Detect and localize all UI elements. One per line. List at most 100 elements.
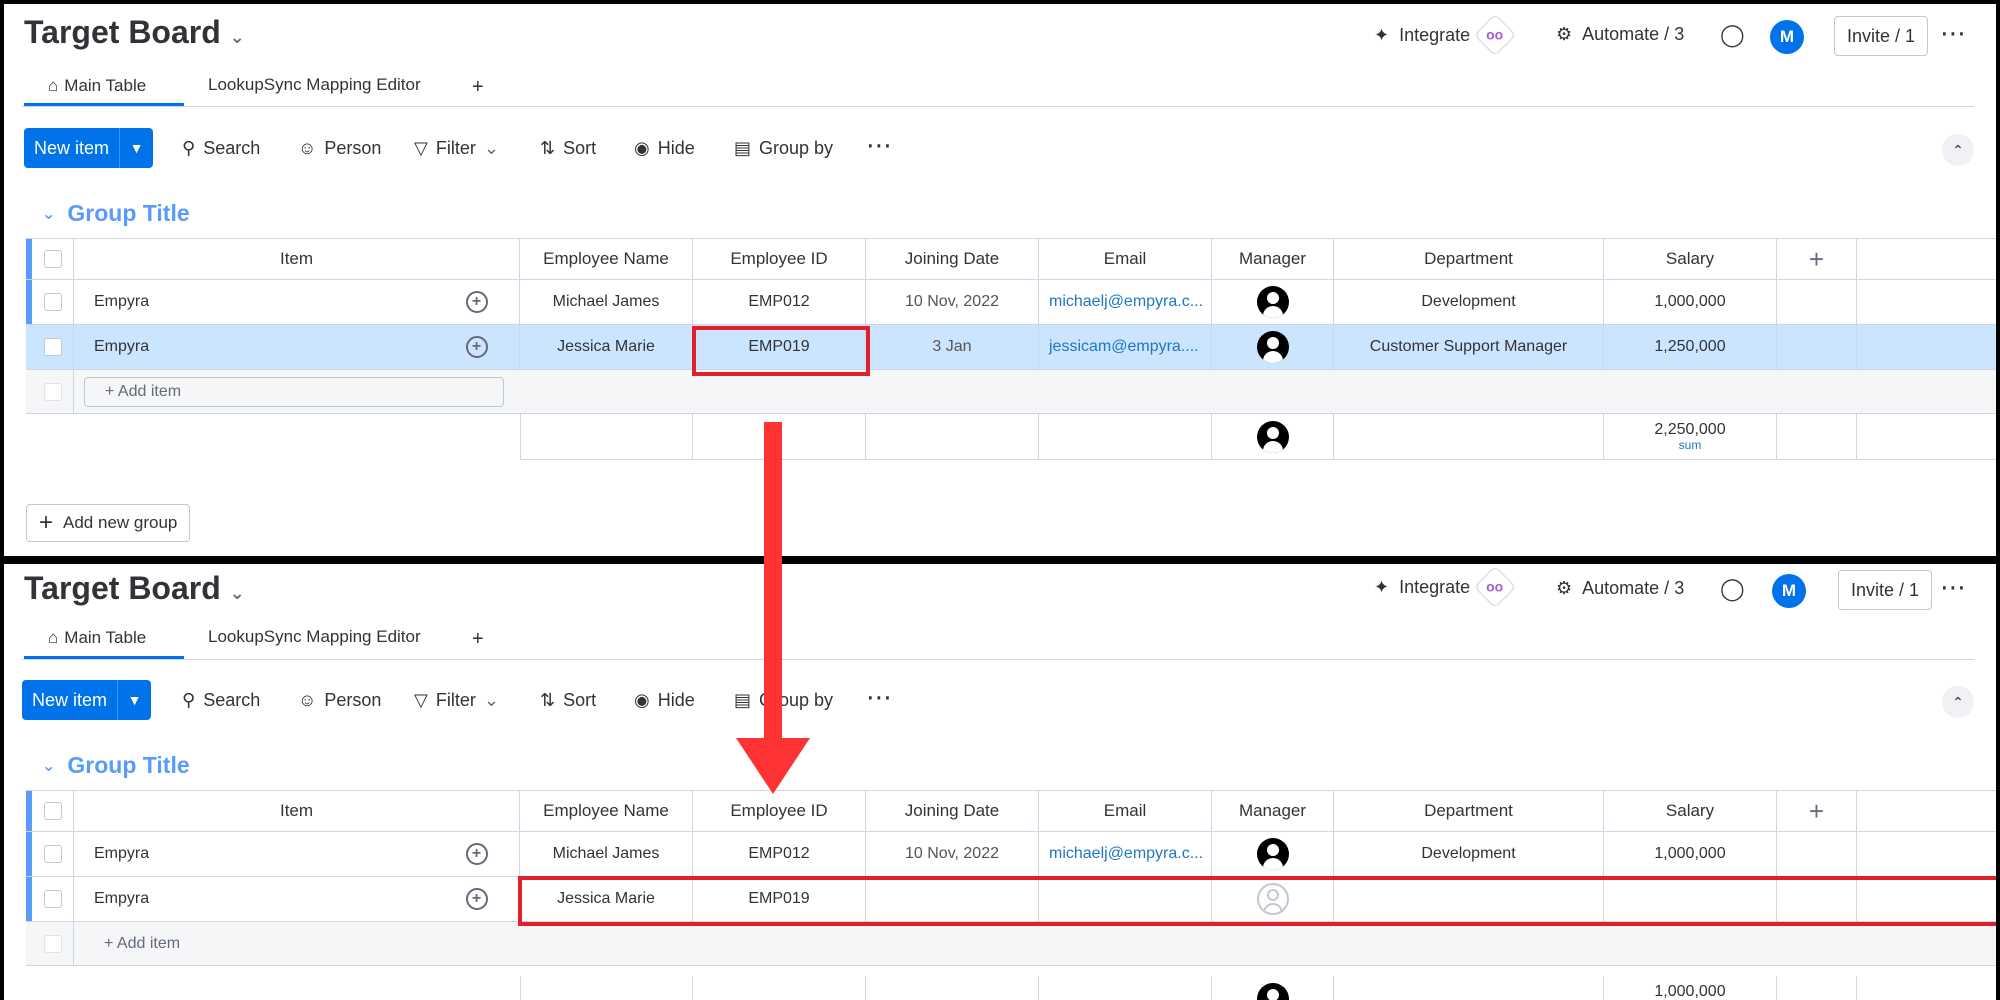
- column-header-manager[interactable]: Manager: [1212, 791, 1334, 831]
- filter-button[interactable]: ▽ Filter ⌄: [414, 690, 499, 711]
- column-header-employee-id[interactable]: Employee ID: [693, 239, 866, 279]
- add-update-cell[interactable]: +: [434, 325, 520, 369]
- tab-main-table[interactable]: ⌂ Main Table: [48, 628, 146, 648]
- add-update-icon[interactable]: +: [465, 888, 488, 910]
- row-checkbox[interactable]: [43, 845, 62, 863]
- column-header-employee-name[interactable]: Employee Name: [520, 239, 693, 279]
- table-row[interactable]: Empyra + Michael James EMP012 10 Nov, 20…: [26, 832, 1996, 877]
- chevron-down-icon[interactable]: ⌄: [42, 756, 55, 776]
- filter-button[interactable]: ▽ Filter ⌄: [414, 138, 499, 159]
- column-header-item[interactable]: Item: [74, 791, 520, 831]
- column-header-department[interactable]: Department: [1334, 239, 1604, 279]
- item-name-cell[interactable]: Empyra: [74, 877, 434, 921]
- department-cell[interactable]: Customer Support Manager: [1334, 325, 1604, 369]
- item-name-cell[interactable]: Empyra: [74, 280, 434, 324]
- column-header-salary[interactable]: Salary: [1604, 239, 1777, 279]
- select-all-checkbox[interactable]: [43, 250, 62, 268]
- column-header-item[interactable]: Item: [74, 239, 520, 279]
- column-header-employee-name[interactable]: Employee Name: [520, 791, 693, 831]
- row-checkbox[interactable]: [43, 338, 62, 356]
- hide-button[interactable]: ◉ Hide: [634, 138, 695, 159]
- column-header-email[interactable]: Email: [1039, 791, 1212, 831]
- add-update-cell[interactable]: +: [434, 877, 520, 921]
- add-view-button[interactable]: +: [472, 628, 484, 651]
- group-by-button[interactable]: ▤ Group by: [734, 690, 833, 711]
- tab-lookupsync[interactable]: LookupSync Mapping Editor: [208, 75, 421, 95]
- comment-icon[interactable]: ◯: [1720, 22, 1745, 48]
- table-row[interactable]: Empyra + Michael James EMP012 10 Nov, 20…: [26, 280, 1996, 325]
- row-checkbox[interactable]: [43, 293, 62, 311]
- chevron-down-icon[interactable]: ⌄: [230, 583, 245, 604]
- automate-button[interactable]: ⚙ Automate / 3: [1556, 578, 1684, 599]
- group-header[interactable]: ⌄ Group Title: [42, 200, 190, 227]
- automate-button[interactable]: ⚙ Automate / 3: [1556, 24, 1684, 45]
- person-button[interactable]: ☺ Person: [298, 138, 381, 159]
- manager-cell[interactable]: [1212, 325, 1334, 369]
- column-header-email[interactable]: Email: [1039, 239, 1212, 279]
- new-item-dropdown-icon[interactable]: ▼: [119, 128, 153, 168]
- row-checkbox[interactable]: [43, 890, 62, 908]
- column-header-joining-date[interactable]: Joining Date: [866, 239, 1039, 279]
- employee-id-cell[interactable]: EMP012: [693, 832, 866, 876]
- employee-id-cell[interactable]: EMP012: [693, 280, 866, 324]
- add-update-cell[interactable]: +: [434, 832, 520, 876]
- joining-date-cell[interactable]: 3 Jan: [866, 325, 1039, 369]
- item-name-cell[interactable]: Empyra: [74, 832, 434, 876]
- email-cell[interactable]: michaelj@empyra.c...: [1039, 832, 1212, 876]
- table-row[interactable]: Empyra + Jessica Marie EMP019 3 Jan jess…: [26, 325, 1996, 370]
- person-button[interactable]: ☺ Person: [298, 690, 381, 711]
- toolbar-more-icon[interactable]: ⋯: [866, 682, 893, 713]
- integrate-button[interactable]: ✦ Integrate oo: [1374, 13, 1517, 57]
- collapse-icon[interactable]: ⌃: [1942, 134, 1974, 166]
- new-item-button[interactable]: New item ▼: [22, 680, 152, 720]
- more-options-icon[interactable]: ⋯: [1940, 572, 1967, 603]
- tab-lookupsync[interactable]: LookupSync Mapping Editor: [208, 627, 421, 647]
- search-button[interactable]: ⚲ Search: [182, 690, 260, 711]
- add-update-icon[interactable]: +: [465, 291, 488, 313]
- salary-cell[interactable]: 1,000,000: [1604, 280, 1777, 324]
- add-update-cell[interactable]: +: [434, 280, 520, 324]
- add-update-icon[interactable]: +: [465, 843, 488, 865]
- add-view-button[interactable]: +: [472, 76, 484, 99]
- add-update-icon[interactable]: +: [465, 336, 488, 358]
- email-cell[interactable]: jessicam@empyra....: [1039, 325, 1212, 369]
- group-header[interactable]: ⌄ Group Title: [42, 752, 190, 779]
- employee-name-cell[interactable]: Michael James: [520, 280, 693, 324]
- sort-button[interactable]: ⇅ Sort: [540, 690, 596, 711]
- column-header-department[interactable]: Department: [1334, 791, 1604, 831]
- avatar[interactable]: M: [1772, 574, 1806, 608]
- group-by-button[interactable]: ▤ Group by: [734, 138, 833, 159]
- comment-icon[interactable]: ◯: [1720, 576, 1745, 602]
- tab-main-table[interactable]: ⌂ Main Table: [48, 76, 146, 96]
- email-cell[interactable]: michaelj@empyra.c...: [1039, 280, 1212, 324]
- search-button[interactable]: ⚲ Search: [182, 138, 260, 159]
- department-cell[interactable]: Development: [1334, 280, 1604, 324]
- sort-button[interactable]: ⇅ Sort: [540, 138, 596, 159]
- hide-button[interactable]: ◉ Hide: [634, 690, 695, 711]
- add-item-input[interactable]: + Add item: [84, 376, 504, 407]
- salary-cell[interactable]: 1,000,000: [1604, 832, 1777, 876]
- collapse-icon[interactable]: ⌃: [1942, 686, 1974, 718]
- column-header-employee-id[interactable]: Employee ID: [693, 791, 866, 831]
- add-column-button[interactable]: +: [1777, 791, 1857, 831]
- integrate-button[interactable]: ✦ Integrate oo: [1374, 565, 1517, 609]
- manager-cell[interactable]: [1212, 280, 1334, 324]
- salary-cell[interactable]: 1,250,000: [1604, 325, 1777, 369]
- add-item-input[interactable]: + Add item: [74, 922, 1996, 965]
- select-all-checkbox[interactable]: [43, 802, 62, 820]
- employee-name-cell[interactable]: Michael James: [520, 832, 693, 876]
- chevron-down-icon[interactable]: ⌄: [230, 27, 245, 48]
- invite-button[interactable]: Invite / 1: [1838, 570, 1933, 610]
- manager-cell[interactable]: [1212, 832, 1334, 876]
- column-header-manager[interactable]: Manager: [1212, 239, 1334, 279]
- board-title[interactable]: Target Board ⌄: [24, 14, 245, 51]
- column-header-salary[interactable]: Salary: [1604, 791, 1777, 831]
- add-column-button[interactable]: +: [1777, 239, 1857, 279]
- chevron-down-icon[interactable]: ⌄: [42, 204, 55, 224]
- employee-name-cell[interactable]: Jessica Marie: [520, 325, 693, 369]
- column-header-joining-date[interactable]: Joining Date: [866, 791, 1039, 831]
- add-new-group-button[interactable]: + Add new group: [26, 504, 191, 542]
- joining-date-cell[interactable]: 10 Nov, 2022: [866, 280, 1039, 324]
- new-item-dropdown-icon[interactable]: ▼: [117, 680, 151, 720]
- invite-button[interactable]: Invite / 1: [1834, 16, 1929, 56]
